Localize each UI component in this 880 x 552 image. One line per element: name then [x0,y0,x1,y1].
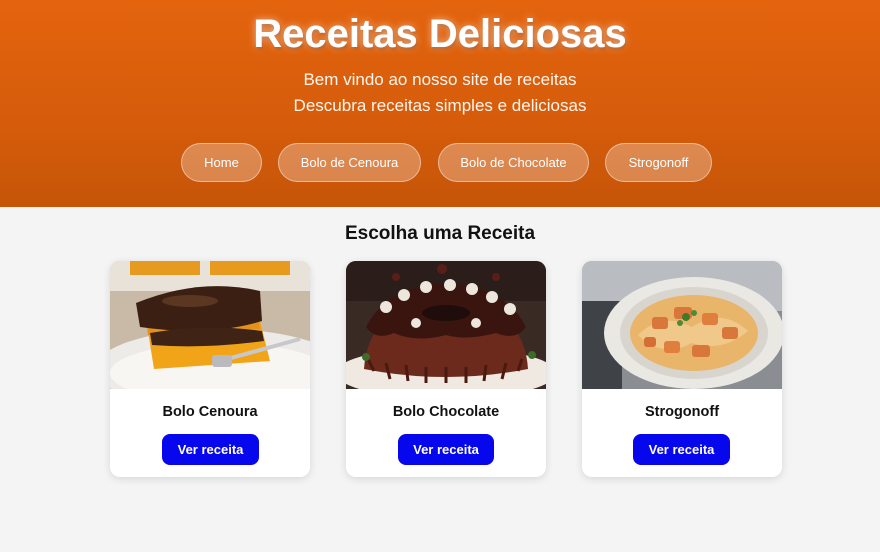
tagline-subtitle: Descubra receitas simples e deliciosas [293,96,587,115]
ver-receita-button[interactable]: Ver receita [633,434,730,465]
nav-bolo-cenoura-button[interactable]: Bolo de Cenoura [278,143,421,182]
ver-receita-button[interactable]: Ver receita [162,434,259,465]
recipe-name: Bolo Chocolate [392,404,500,420]
recipe-name: Strogonoff [644,404,720,420]
recipe-card-strogonoff: Strogonoff Ver receita [582,261,782,477]
bolo-chocolate-image [346,261,546,389]
nav-home-button[interactable]: Home [181,143,262,182]
welcome-subtitle: Bem vindo ao nosso site de receitas [303,70,577,89]
section-title: Escolha uma Receita [344,223,536,244]
nav-bolo-chocolate-button[interactable]: Bolo de Chocolate [438,143,589,182]
strogonoff-image [582,261,782,389]
recipe-name: Bolo Cenoura [162,404,258,420]
nav-strogonoff-button[interactable]: Strogonoff [605,143,712,182]
ver-receita-button[interactable]: Ver receita [398,434,494,465]
site-title: Receitas Deliciosas [253,12,627,56]
bolo-cenoura-image [110,261,310,389]
site-header: Receitas Deliciosas Bem vindo ao nosso s… [0,0,880,207]
recipe-card-bolo-chocolate: Bolo Chocolate Ver receita [346,261,546,477]
recipe-card-bolo-cenoura: Bolo Cenoura Ver receita [110,261,310,477]
